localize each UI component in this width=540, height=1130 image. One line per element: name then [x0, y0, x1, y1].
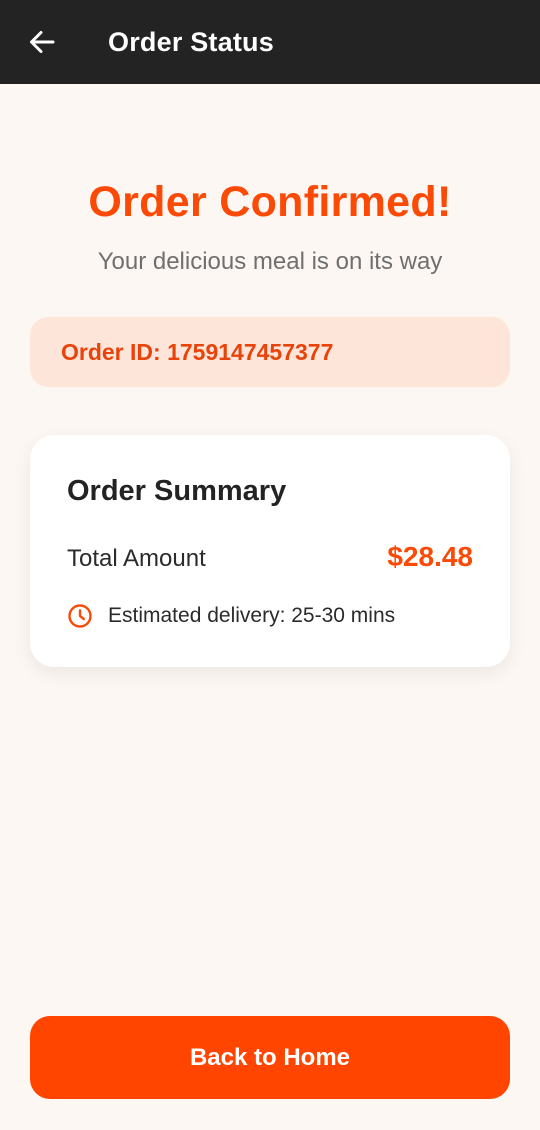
- back-button[interactable]: [22, 22, 62, 62]
- total-amount-label: Total Amount: [67, 545, 206, 572]
- estimated-delivery-text: Estimated delivery: 25-30 mins: [108, 604, 396, 627]
- page-title: Order Status: [108, 27, 274, 57]
- estimated-delivery-row: Estimated delivery: 25-30 mins: [67, 603, 395, 629]
- confirmation-title: Order Confirmed!: [88, 178, 452, 226]
- order-id: Order ID: 1759147457377: [61, 338, 334, 365]
- back-to-home-button[interactable]: Back to Home: [30, 1016, 510, 1099]
- total-amount-value: $28.48: [387, 541, 473, 572]
- arrow-left-icon: [30, 31, 55, 53]
- confirmation-subtitle: Your delicious meal is on its way: [97, 248, 443, 275]
- order-status-screen: Order Status Order Confirmed! Your delic…: [0, 0, 540, 1130]
- app-bar: Order Status: [0, 0, 540, 84]
- order-summary-card: Order Summary Total Amount $28.48 Estima…: [30, 435, 510, 667]
- order-id-banner: Order ID: 1759147457377: [30, 317, 510, 387]
- clock-icon: [68, 604, 92, 628]
- summary-title: Order Summary: [67, 475, 287, 507]
